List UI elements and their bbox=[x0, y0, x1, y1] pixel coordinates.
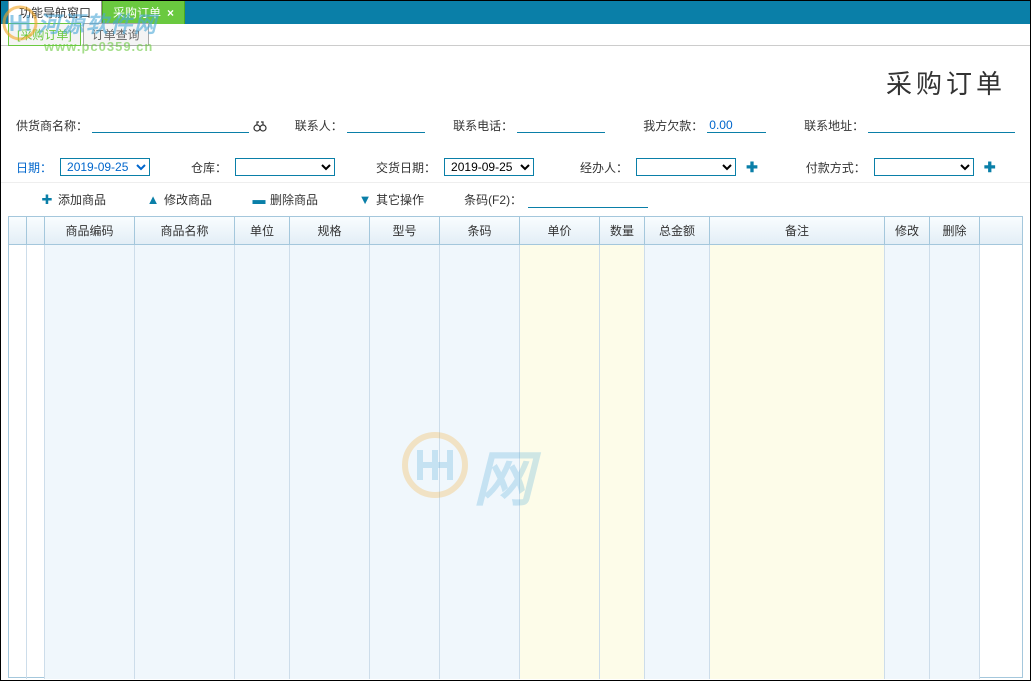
col-code bbox=[45, 245, 135, 679]
supplier-label: 供货商名称： bbox=[16, 117, 88, 134]
page-title: 采购订单 bbox=[886, 69, 1006, 99]
add-label: 添加商品 bbox=[58, 191, 106, 208]
warehouse-label: 仓库： bbox=[191, 159, 227, 176]
col-edit bbox=[885, 245, 930, 679]
debt-input bbox=[707, 118, 766, 133]
grid-body[interactable] bbox=[9, 245, 1022, 679]
header-qty[interactable]: 数量 bbox=[600, 217, 645, 244]
tab-navigation[interactable]: 功能导航窗口 bbox=[8, 0, 102, 24]
add-payment-button[interactable]: ✚ bbox=[982, 159, 998, 176]
col-barcode bbox=[440, 245, 520, 679]
other-label: 其它操作 bbox=[376, 191, 424, 208]
address-label: 联系地址： bbox=[804, 117, 864, 134]
header-model[interactable]: 型号 bbox=[370, 217, 440, 244]
supplier-input[interactable] bbox=[92, 118, 249, 133]
subtab-query[interactable]: 订单查询 bbox=[83, 23, 149, 46]
date-select[interactable]: 2019-09-25 bbox=[60, 158, 150, 176]
tab-label: 采购订单 bbox=[113, 4, 161, 21]
header-unit[interactable]: 单位 bbox=[235, 217, 290, 244]
toolbar: ✚ 添加商品 ▲ 修改商品 ▬ 删除商品 ▼ 其它操作 条码(F2)： bbox=[0, 182, 1031, 216]
product-grid: 商品编码 商品名称 单位 规格 型号 条码 单价 数量 总金额 备注 修改 删除 bbox=[8, 216, 1023, 678]
header-edit[interactable]: 修改 bbox=[885, 217, 930, 244]
delivery-label: 交货日期： bbox=[376, 159, 436, 176]
col-spec bbox=[290, 245, 370, 679]
col-amount bbox=[645, 245, 710, 679]
add-agent-button[interactable]: ✚ bbox=[744, 159, 760, 176]
header-name[interactable]: 商品名称 bbox=[135, 217, 235, 244]
phone-label: 联系电话： bbox=[453, 117, 513, 134]
payment-select[interactable] bbox=[874, 158, 974, 176]
plus-icon: ✚ bbox=[40, 192, 54, 208]
triangle-up-icon: ▲ bbox=[146, 192, 160, 207]
header-price[interactable]: 单价 bbox=[520, 217, 600, 244]
payment-label: 付款方式： bbox=[806, 159, 866, 176]
form-row-date: 日期： 2019-09-25 仓库： 交货日期： 2019-09-25 经办人：… bbox=[0, 152, 1031, 182]
close-icon[interactable]: × bbox=[167, 6, 174, 20]
minus-icon: ▬ bbox=[252, 192, 266, 207]
header-blank1 bbox=[9, 217, 27, 244]
subtab-order[interactable]: [采购订单] bbox=[8, 23, 81, 46]
edit-label: 修改商品 bbox=[164, 191, 212, 208]
header-barcode[interactable]: 条码 bbox=[440, 217, 520, 244]
contact-input[interactable] bbox=[347, 118, 425, 133]
col-blank1 bbox=[9, 245, 27, 679]
col-delete bbox=[930, 245, 980, 679]
barcode-label: 条码(F2)： bbox=[464, 191, 522, 208]
tab-purchase-order[interactable]: 采购订单 × bbox=[102, 0, 185, 24]
barcode-input[interactable] bbox=[528, 192, 648, 208]
header-amount[interactable]: 总金额 bbox=[645, 217, 710, 244]
delivery-select[interactable]: 2019-09-25 bbox=[444, 158, 534, 176]
grid-header: 商品编码 商品名称 单位 规格 型号 条码 单价 数量 总金额 备注 修改 删除 bbox=[9, 217, 1022, 245]
other-actions-button[interactable]: ▼ 其它操作 bbox=[358, 191, 424, 208]
col-name bbox=[135, 245, 235, 679]
delete-product-button[interactable]: ▬ 删除商品 bbox=[252, 191, 318, 208]
col-unit bbox=[235, 245, 290, 679]
header-code[interactable]: 商品编码 bbox=[45, 217, 135, 244]
contact-label: 联系人： bbox=[295, 117, 343, 134]
delete-label: 删除商品 bbox=[270, 191, 318, 208]
agent-label: 经办人： bbox=[580, 159, 628, 176]
date-label: 日期： bbox=[16, 159, 52, 176]
main-tabs: 功能导航窗口 采购订单 × bbox=[0, 0, 1031, 24]
col-model bbox=[370, 245, 440, 679]
triangle-down-icon: ▼ bbox=[358, 192, 372, 207]
header-delete[interactable]: 删除 bbox=[930, 217, 980, 244]
address-input[interactable] bbox=[868, 118, 1015, 133]
header-blank2 bbox=[27, 217, 45, 244]
col-blank2 bbox=[27, 245, 45, 679]
form-row-supplier: 供货商名称： 联系人： 联系电话： 我方欠款： 联系地址： bbox=[0, 111, 1031, 140]
phone-input[interactable] bbox=[517, 118, 605, 133]
warehouse-select[interactable] bbox=[235, 158, 335, 176]
header-remark[interactable]: 备注 bbox=[710, 217, 885, 244]
debt-label: 我方欠款： bbox=[643, 117, 703, 134]
edit-product-button[interactable]: ▲ 修改商品 bbox=[146, 191, 212, 208]
col-remark bbox=[710, 245, 885, 679]
binoculars-icon[interactable] bbox=[253, 119, 267, 133]
col-price bbox=[520, 245, 600, 679]
tab-label: 功能导航窗口 bbox=[19, 4, 91, 21]
sub-tabs: [采购订单] 订单查询 bbox=[0, 24, 1031, 46]
agent-select[interactable] bbox=[636, 158, 736, 176]
col-qty bbox=[600, 245, 645, 679]
header-spec[interactable]: 规格 bbox=[290, 217, 370, 244]
add-product-button[interactable]: ✚ 添加商品 bbox=[40, 191, 106, 208]
